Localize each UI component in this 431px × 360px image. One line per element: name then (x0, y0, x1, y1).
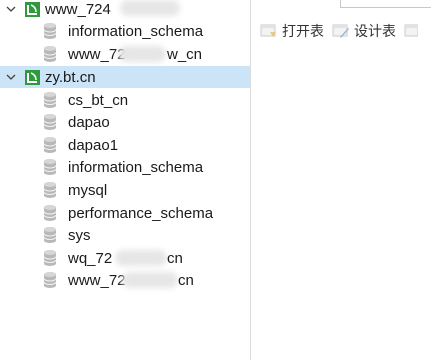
tree-database-item[interactable]: sys (0, 224, 250, 246)
open-table-label: 打开表 (282, 23, 324, 39)
mysql-connection-icon (24, 1, 41, 18)
database-label: mysql (68, 181, 108, 199)
database-label: information_schema (68, 22, 204, 40)
chevron-down-icon[interactable] (6, 4, 16, 14)
redacted-blur (120, 0, 180, 16)
database-icon (42, 136, 58, 154)
database-icon (42, 45, 58, 63)
tree-database-item[interactable]: www_72 w_cn (0, 43, 250, 65)
database-label: performance_schema (68, 204, 214, 222)
redacted-blur (122, 272, 178, 288)
chevron-down-icon[interactable] (6, 72, 16, 82)
database-label: www_72 (68, 271, 126, 289)
new-table-button[interactable] (404, 23, 422, 39)
tree-connection-2[interactable]: zy.bt.cn (0, 66, 250, 88)
search-box-edge[interactable] (340, 0, 431, 8)
tree-connection-1[interactable]: www_724 (0, 0, 250, 20)
open-table-button[interactable]: 打开表 (260, 21, 324, 41)
tree-database-item[interactable]: dapao1 (0, 134, 250, 156)
database-icon (42, 91, 58, 109)
database-label: sys (68, 226, 91, 244)
design-table-icon (332, 24, 349, 38)
tree-database-item[interactable]: mysql (0, 179, 250, 201)
redacted-blur (118, 46, 166, 62)
database-label-suffix: cn (167, 249, 183, 267)
tree-database-item[interactable]: information_schema (0, 156, 250, 178)
mysql-connection-icon (24, 69, 41, 86)
database-icon (42, 226, 58, 244)
database-label: dapao (68, 113, 110, 131)
design-table-button[interactable]: 设计表 (332, 21, 396, 41)
open-table-icon (260, 24, 276, 37)
design-table-label: 设计表 (354, 23, 396, 39)
database-icon (42, 113, 58, 131)
tree-database-item[interactable]: www_72 cn (0, 269, 250, 291)
tree-database-item[interactable]: information_schema (0, 20, 250, 42)
database-icon (42, 204, 58, 222)
database-label: cs_bt_cn (68, 91, 129, 109)
database-icon (42, 22, 58, 40)
database-label-suffix: w_cn (167, 45, 203, 63)
database-label-suffix: cn (178, 271, 194, 289)
main-content-panel: 打开表 设计表 (252, 0, 431, 360)
object-tree-panel[interactable]: www_724 information_schema www_72 w_cn z… (0, 0, 251, 360)
database-icon (42, 158, 58, 176)
database-icon (42, 271, 58, 289)
object-toolbar: 打开表 设计表 (252, 18, 431, 44)
database-icon (42, 181, 58, 199)
database-label: www_72 (68, 45, 126, 63)
new-table-icon (404, 24, 418, 37)
redacted-blur (115, 250, 167, 266)
tree-database-item[interactable]: wq_72 cn (0, 247, 250, 269)
connection-label: zy.bt.cn (45, 68, 96, 86)
tree-database-item[interactable]: cs_bt_cn (0, 89, 250, 111)
tree-database-item[interactable]: performance_schema (0, 202, 250, 224)
database-label: wq_72 (68, 249, 113, 267)
connection-label: www_724 (45, 0, 111, 18)
database-label: information_schema (68, 158, 204, 176)
database-icon (42, 249, 58, 267)
tree-database-item[interactable]: dapao (0, 111, 250, 133)
database-label: dapao1 (68, 136, 119, 154)
